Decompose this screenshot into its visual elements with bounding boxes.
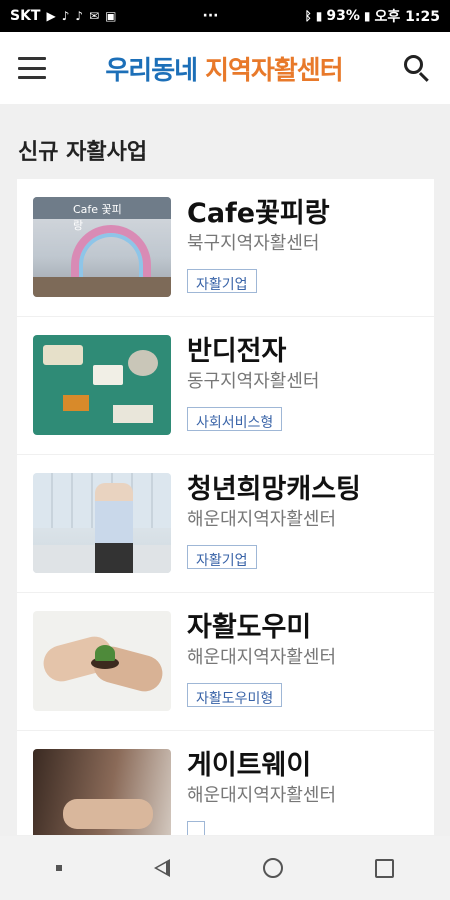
item-center: 동구지역자활센터 xyxy=(187,371,320,392)
list-item[interactable]: 반디전자 동구지역자활센터 사회서비스형 xyxy=(17,317,434,454)
item-center: 북구지역자활센터 xyxy=(187,233,320,254)
item-tag: 사회서비스형 xyxy=(187,407,283,431)
bluetooth-icon: ᛒ xyxy=(304,9,312,23)
section-title: 신규 자활사업 xyxy=(18,140,148,165)
item-title: 반디전자 xyxy=(187,336,287,367)
business-list[interactable]: Cafe 꽃피랑 Cafe꽃피랑 북구지역자활센터 자활기업 반디전자 동구지역… xyxy=(17,179,434,835)
youtube-icon: ▶ xyxy=(46,9,56,23)
item-tag xyxy=(187,821,205,835)
item-center: 해운대지역자활센터 xyxy=(187,509,337,530)
system-nav-bar xyxy=(0,836,450,900)
item-center: 해운대지역자활센터 xyxy=(187,785,337,806)
home-icon[interactable] xyxy=(262,858,283,878)
status-bar: SKT ▶ ♪ ♪ ✉ ▣ ··· ᛒ ▮ 93% ▮ 오후 1:25 xyxy=(0,0,450,32)
item-title: Cafe꽃피랑 xyxy=(187,198,330,229)
tiktok-icon: ♪ xyxy=(75,9,84,23)
item-tag: 자활도우미형 xyxy=(187,683,283,707)
list-item[interactable]: 게이트웨이 해운대지역자활센터 xyxy=(17,731,434,835)
item-title: 게이트웨이 xyxy=(187,750,312,781)
list-item[interactable]: 청년희망캐스팅 해운대지역자활센터 자활기업 xyxy=(17,455,434,592)
search-icon[interactable] xyxy=(402,53,432,83)
tiktok-icon: ♪ xyxy=(61,9,70,23)
tv-icon: ▣ xyxy=(105,9,117,23)
battery-level: 93% xyxy=(326,8,360,24)
office-photo xyxy=(33,473,171,573)
logo-text-part2: 지역자활센터 xyxy=(205,55,344,86)
mail-icon: ✉ xyxy=(89,9,100,23)
list-item[interactable]: Cafe 꽃피랑 Cafe꽃피랑 북구지역자활센터 자활기업 xyxy=(17,179,434,316)
app-logo: 우리동네 지역자활센터 xyxy=(105,50,344,87)
electronics-photo xyxy=(33,335,171,435)
item-tag: 자활기업 xyxy=(187,269,257,293)
carrier-label: SKT xyxy=(10,8,41,24)
handshake-photo xyxy=(33,749,171,835)
app-bar: 우리동네 지역자활센터 xyxy=(0,32,450,104)
hands-plant-photo xyxy=(33,611,171,711)
more-notifications: ··· xyxy=(202,8,219,24)
logo-text-part1: 우리동네 xyxy=(105,55,206,86)
list-item[interactable]: 자활도우미 해운대지역자활센터 자활도우미형 xyxy=(17,593,434,730)
nav-dot-icon[interactable] xyxy=(56,865,63,871)
item-center: 해운대지역자활센터 xyxy=(187,647,337,668)
item-tag: 자활기업 xyxy=(187,545,257,569)
cafe-sign: Cafe 꽃피랑 xyxy=(33,197,171,232)
cafe-photo: Cafe 꽃피랑 xyxy=(33,197,171,297)
recent-apps-icon[interactable] xyxy=(374,858,394,878)
signal-icon: ▮ xyxy=(315,9,323,23)
back-icon[interactable] xyxy=(154,859,171,877)
battery-icon: ▮ xyxy=(363,9,371,23)
clock: 오후 1:25 xyxy=(374,9,440,25)
item-title: 자활도우미 xyxy=(187,612,312,643)
hamburger-menu-icon[interactable] xyxy=(18,57,46,79)
item-title: 청년희망캐스팅 xyxy=(187,474,361,505)
